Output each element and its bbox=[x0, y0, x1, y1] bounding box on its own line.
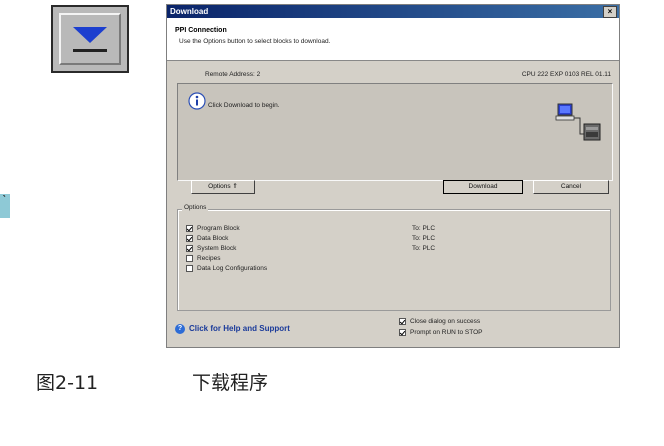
side-marker: ˋ bbox=[0, 192, 10, 218]
option-data-block[interactable]: Data Block bbox=[186, 234, 228, 244]
option-recipes[interactable]: Recipes bbox=[186, 254, 220, 264]
header-title: PPI Connection bbox=[175, 27, 227, 34]
option-data-log-configurations[interactable]: Data Log Configurations bbox=[186, 264, 267, 274]
figure-title: 下载程序 bbox=[192, 372, 269, 394]
header-subtitle: Use the Options button to select blocks … bbox=[179, 38, 331, 45]
option-label: Data Log Configurations bbox=[197, 265, 268, 272]
option-label: Recipes bbox=[197, 255, 221, 262]
option-target: To: PLC bbox=[412, 225, 436, 232]
download-button[interactable]: Download bbox=[443, 180, 523, 194]
option-target: To: PLC bbox=[412, 245, 436, 252]
option-program-block[interactable]: Program Block bbox=[186, 224, 240, 234]
option-label: Prompt on RUN to STOP bbox=[410, 329, 483, 336]
checkbox-recipes[interactable] bbox=[186, 254, 193, 262]
option-prompt-run-stop[interactable]: Prompt on RUN to STOP bbox=[399, 328, 483, 338]
option-label: System Block bbox=[197, 245, 237, 252]
figure-number: 图2-11 bbox=[36, 372, 99, 394]
option-close-on-success[interactable]: Close dialog on success bbox=[399, 317, 480, 327]
dialog-header: PPI Connection Use the Options button to… bbox=[167, 18, 619, 61]
help-link-label: Click for Help and Support bbox=[189, 324, 290, 333]
status-panel: Click Download to begin. bbox=[177, 83, 613, 181]
pc-plc-icon bbox=[555, 103, 601, 141]
option-target: To: PLC bbox=[412, 235, 436, 242]
option-system-block[interactable]: System Block bbox=[186, 244, 236, 254]
status-message: Click Download to begin. bbox=[208, 102, 280, 109]
checkbox-data-block[interactable] bbox=[186, 234, 193, 242]
options-group: Options Program Block To: PLC Data Block… bbox=[177, 204, 611, 311]
option-label: Data Block bbox=[197, 235, 229, 242]
download-dialog: Download × PPI Connection Use the Option… bbox=[166, 4, 620, 348]
help-link[interactable]: ? Click for Help and Support bbox=[175, 323, 290, 335]
info-icon bbox=[188, 92, 206, 110]
checkbox-system-block[interactable] bbox=[186, 244, 193, 252]
download-toolbar-button[interactable] bbox=[51, 5, 129, 73]
checkbox-program-block[interactable] bbox=[186, 224, 193, 232]
cancel-button[interactable]: Cancel bbox=[533, 180, 609, 194]
checkbox-prompt-run-stop[interactable] bbox=[399, 328, 406, 336]
cpu-info: CPU 222 EXP 0103 REL 01.11 bbox=[521, 71, 611, 78]
options-button[interactable]: Options ⇑ bbox=[191, 180, 255, 194]
dialog-title: Download bbox=[170, 7, 209, 16]
download-arrow-icon bbox=[73, 27, 107, 52]
dialog-titlebar: Download × bbox=[167, 5, 619, 18]
options-legend: Options bbox=[182, 204, 209, 211]
remote-address: Remote Address: 2 bbox=[205, 71, 261, 78]
checkbox-close-on-success[interactable] bbox=[399, 317, 406, 325]
help-icon: ? bbox=[175, 323, 185, 334]
option-label: Close dialog on success bbox=[410, 318, 481, 325]
close-icon[interactable]: × bbox=[603, 6, 617, 18]
option-label: Program Block bbox=[197, 225, 240, 232]
checkbox-data-log-configurations[interactable] bbox=[186, 264, 193, 272]
